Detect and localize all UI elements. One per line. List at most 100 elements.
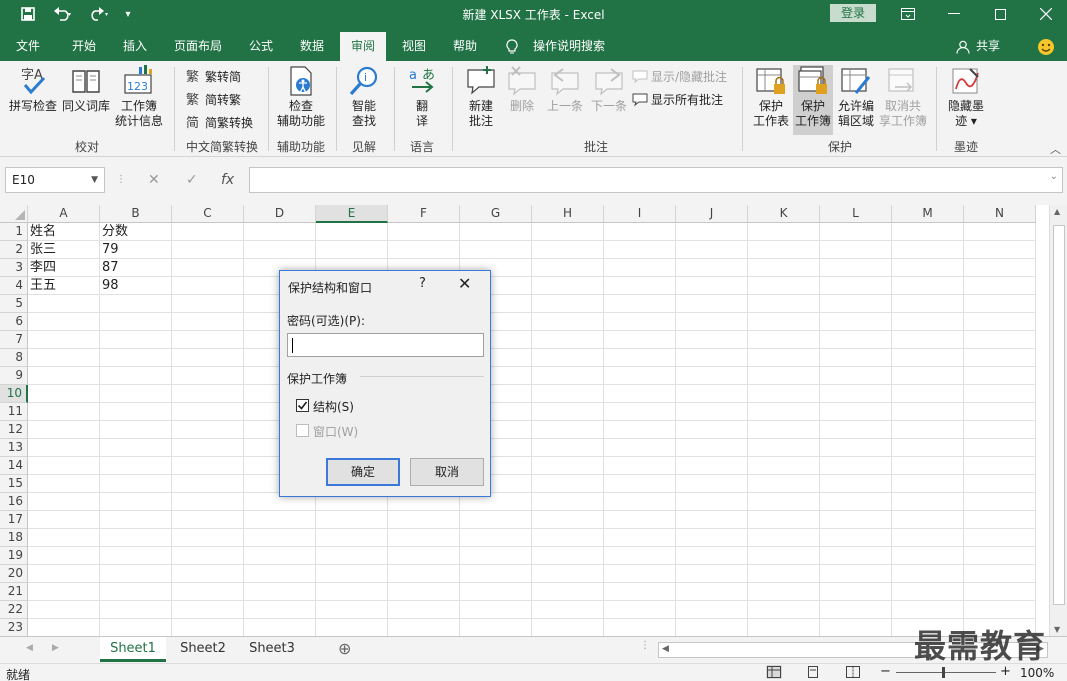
- row-header-21[interactable]: 21: [0, 583, 28, 601]
- cancel-entry-icon[interactable]: ✕: [148, 167, 160, 193]
- select-all-corner[interactable]: [0, 205, 28, 223]
- column-header-k[interactable]: K: [748, 205, 820, 223]
- cell-a2[interactable]: 张三: [28, 241, 100, 259]
- row-header-2[interactable]: 2: [0, 241, 28, 259]
- zoom-slider[interactable]: [896, 672, 996, 673]
- tab-view[interactable]: 视图: [392, 32, 436, 61]
- column-header-m[interactable]: M: [892, 205, 964, 223]
- vertical-scrollbar[interactable]: ▲ ▼: [1049, 205, 1067, 636]
- password-input[interactable]: [287, 333, 484, 357]
- cell-a4[interactable]: 王五: [28, 277, 100, 295]
- vertical-scroll-thumb[interactable]: [1053, 225, 1065, 605]
- row-header-3[interactable]: 3: [0, 259, 28, 277]
- row-header-8[interactable]: 8: [0, 349, 28, 367]
- zoom-out-icon[interactable]: −: [880, 664, 891, 679]
- row-header-12[interactable]: 12: [0, 421, 28, 439]
- spreadsheet-grid[interactable]: A B C D E F G H I J K L M N 1 2 3 4 5 6 7 8 9 10 11 12 13 14 15 16 17 1…: [0, 205, 1049, 636]
- login-button[interactable]: 登录: [830, 4, 876, 22]
- chinese-conversion-button[interactable]: 简 简繁转换: [186, 112, 253, 132]
- unshare-workbook-button[interactable]: 取消共 享工作簿: [878, 65, 928, 129]
- smiley-icon[interactable]: [1036, 32, 1056, 61]
- row-header-23[interactable]: 23: [0, 619, 28, 636]
- name-box-dropdown-icon[interactable]: ▼: [91, 168, 98, 192]
- cell-a3[interactable]: 李四: [28, 259, 100, 277]
- workbook-statistics-button[interactable]: 123 工作簿 统计信息: [112, 65, 166, 129]
- column-header-h[interactable]: H: [532, 205, 604, 223]
- row-header-22[interactable]: 22: [0, 601, 28, 619]
- allow-edit-ranges-button[interactable]: 允许编 辑区域: [835, 65, 877, 129]
- column-header-a[interactable]: A: [28, 205, 100, 223]
- tab-data[interactable]: 数据: [290, 32, 334, 61]
- show-all-comments-button[interactable]: 显示所有批注: [632, 89, 723, 109]
- column-header-i[interactable]: I: [604, 205, 676, 223]
- column-header-n[interactable]: N: [964, 205, 1036, 223]
- next-sheet-icon[interactable]: ▶: [52, 643, 59, 653]
- new-comment-button[interactable]: 新建 批注: [460, 65, 502, 129]
- translate-button[interactable]: aあ 翻 译: [402, 65, 442, 129]
- protect-workbook-button[interactable]: 保护 工作簿: [793, 65, 833, 135]
- enter-entry-icon[interactable]: ✓: [186, 167, 198, 193]
- sheet-tab-sheet3[interactable]: Sheet3: [240, 637, 304, 662]
- column-header-g[interactable]: G: [460, 205, 532, 223]
- column-header-d[interactable]: D: [244, 205, 316, 223]
- tell-me-search[interactable]: 操作说明搜索: [527, 32, 611, 61]
- zoom-slider-thumb[interactable]: [942, 667, 945, 678]
- column-header-j[interactable]: J: [676, 205, 748, 223]
- cell-b4[interactable]: 98: [100, 277, 172, 295]
- hide-ink-button[interactable]: 隐藏墨 迹 ▾: [944, 65, 988, 129]
- column-header-e[interactable]: E: [316, 205, 388, 223]
- help-icon[interactable]: ?: [419, 276, 426, 291]
- row-header-13[interactable]: 13: [0, 439, 28, 457]
- add-sheet-icon[interactable]: ⊕: [338, 639, 351, 658]
- row-header-9[interactable]: 9: [0, 367, 28, 385]
- tab-review[interactable]: 审阅: [340, 32, 386, 61]
- cell-b2[interactable]: 79: [100, 241, 172, 259]
- share-button[interactable]: 共享: [973, 32, 1003, 61]
- name-box[interactable]: E10 ▼: [5, 167, 105, 193]
- row-header-4[interactable]: 4: [0, 277, 28, 295]
- minimize-icon[interactable]: [932, 0, 976, 28]
- spell-check-button[interactable]: 字A 拼写检查: [8, 65, 58, 114]
- column-header-b[interactable]: B: [100, 205, 172, 223]
- column-header-c[interactable]: C: [172, 205, 244, 223]
- close-window-icon[interactable]: [1024, 0, 1067, 28]
- zoom-level[interactable]: 100%: [1020, 666, 1054, 680]
- tab-insert[interactable]: 插入: [113, 32, 157, 61]
- row-header-16[interactable]: 16: [0, 493, 28, 511]
- column-header-l[interactable]: L: [820, 205, 892, 223]
- maximize-icon[interactable]: [978, 0, 1022, 28]
- protect-sheet-button[interactable]: 保护 工作表: [751, 65, 791, 129]
- scroll-left-icon[interactable]: ◀: [662, 644, 669, 654]
- sheet-tab-sheet2[interactable]: Sheet2: [170, 637, 236, 662]
- row-header-17[interactable]: 17: [0, 511, 28, 529]
- row-header-5[interactable]: 5: [0, 295, 28, 313]
- row-header-15[interactable]: 15: [0, 475, 28, 493]
- cell-a1[interactable]: 姓名: [28, 223, 100, 241]
- row-header-19[interactable]: 19: [0, 547, 28, 565]
- structure-checkbox[interactable]: [296, 399, 309, 412]
- row-header-14[interactable]: 14: [0, 457, 28, 475]
- row-header-18[interactable]: 18: [0, 529, 28, 547]
- row-header-11[interactable]: 11: [0, 403, 28, 421]
- previous-comment-button[interactable]: 上一条: [544, 65, 586, 114]
- ribbon-display-options-icon[interactable]: [886, 0, 930, 28]
- scroll-down-icon[interactable]: ▼: [1054, 625, 1060, 634]
- tab-home[interactable]: 开始: [62, 32, 106, 61]
- column-header-f[interactable]: F: [388, 205, 460, 223]
- delete-comment-button[interactable]: 删除: [504, 65, 540, 114]
- page-layout-view-icon[interactable]: [806, 666, 820, 681]
- sheet-bar-splitter-icon[interactable]: ⋮: [640, 640, 650, 651]
- thesaurus-button[interactable]: 同义词库: [60, 65, 112, 114]
- next-comment-button[interactable]: 下一条: [588, 65, 630, 114]
- tab-formulas[interactable]: 公式: [239, 32, 283, 61]
- previous-sheet-icon[interactable]: ◀: [26, 643, 33, 653]
- collapse-ribbon-icon[interactable]: ︿: [1050, 141, 1061, 157]
- structure-label[interactable]: 结构(S): [313, 398, 354, 415]
- formula-input[interactable]: ⌄: [249, 167, 1063, 193]
- traditional-to-simplified-button[interactable]: 繁 繁转简: [186, 66, 241, 86]
- window-checkbox[interactable]: [296, 424, 309, 437]
- tab-file[interactable]: 文件: [6, 32, 50, 61]
- cell-b3[interactable]: 87: [100, 259, 172, 277]
- ok-button[interactable]: 确定: [326, 458, 400, 486]
- check-accessibility-button[interactable]: 检查 辅助功能: [274, 65, 328, 129]
